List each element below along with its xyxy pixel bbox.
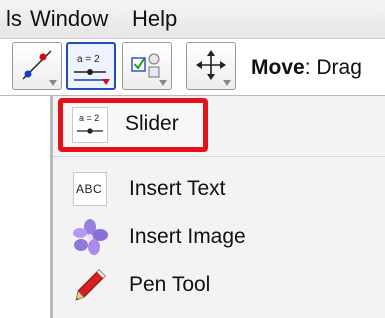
slider-icon-text: a = 2 (77, 54, 100, 65)
menu-item-label: Pen Tool (129, 273, 211, 296)
menu-tools[interactable]: ls (6, 6, 22, 32)
menu-item-insert-image[interactable]: Insert Image (53, 214, 385, 260)
tool-checkbox-button[interactable] (122, 42, 172, 90)
menu-item-label: Insert Text (129, 177, 226, 200)
tool-move-button[interactable] (186, 42, 236, 90)
menu-bar: ls Window Help (0, 0, 385, 39)
text-icon: ABC (73, 172, 107, 206)
menu-item-label: Insert Image (129, 225, 246, 248)
dropdown-arrow-icon (49, 80, 57, 86)
mode-name: Move (251, 56, 305, 79)
dropdown-arrow-icon (102, 79, 110, 85)
pen-icon (73, 268, 107, 302)
menu-window[interactable]: Window (30, 6, 108, 32)
slider-highlight-box: a = 2 Slider (58, 98, 208, 152)
image-icon (73, 219, 108, 255)
slider-icon-text: a = 2 (79, 113, 99, 123)
tool-mode-label: Move: Drag (251, 56, 362, 80)
slider-icon: a = 2 (72, 107, 108, 143)
dropdown-arrow-icon (223, 80, 231, 86)
menu-item-label[interactable]: Slider (125, 112, 179, 136)
menu-item-insert-text[interactable]: ABC Insert Text (53, 166, 385, 212)
menu-item-pen-tool[interactable]: Pen Tool (53, 262, 385, 308)
text-icon-label: ABC (76, 182, 103, 196)
tool-slider-button[interactable]: a = 2 (66, 42, 116, 90)
mode-hint: : Drag (304, 56, 362, 79)
menu-help[interactable]: Help (132, 6, 177, 32)
tool-line-button[interactable] (12, 42, 62, 90)
dropdown-arrow-icon (159, 80, 167, 86)
menu-separator (53, 156, 385, 157)
